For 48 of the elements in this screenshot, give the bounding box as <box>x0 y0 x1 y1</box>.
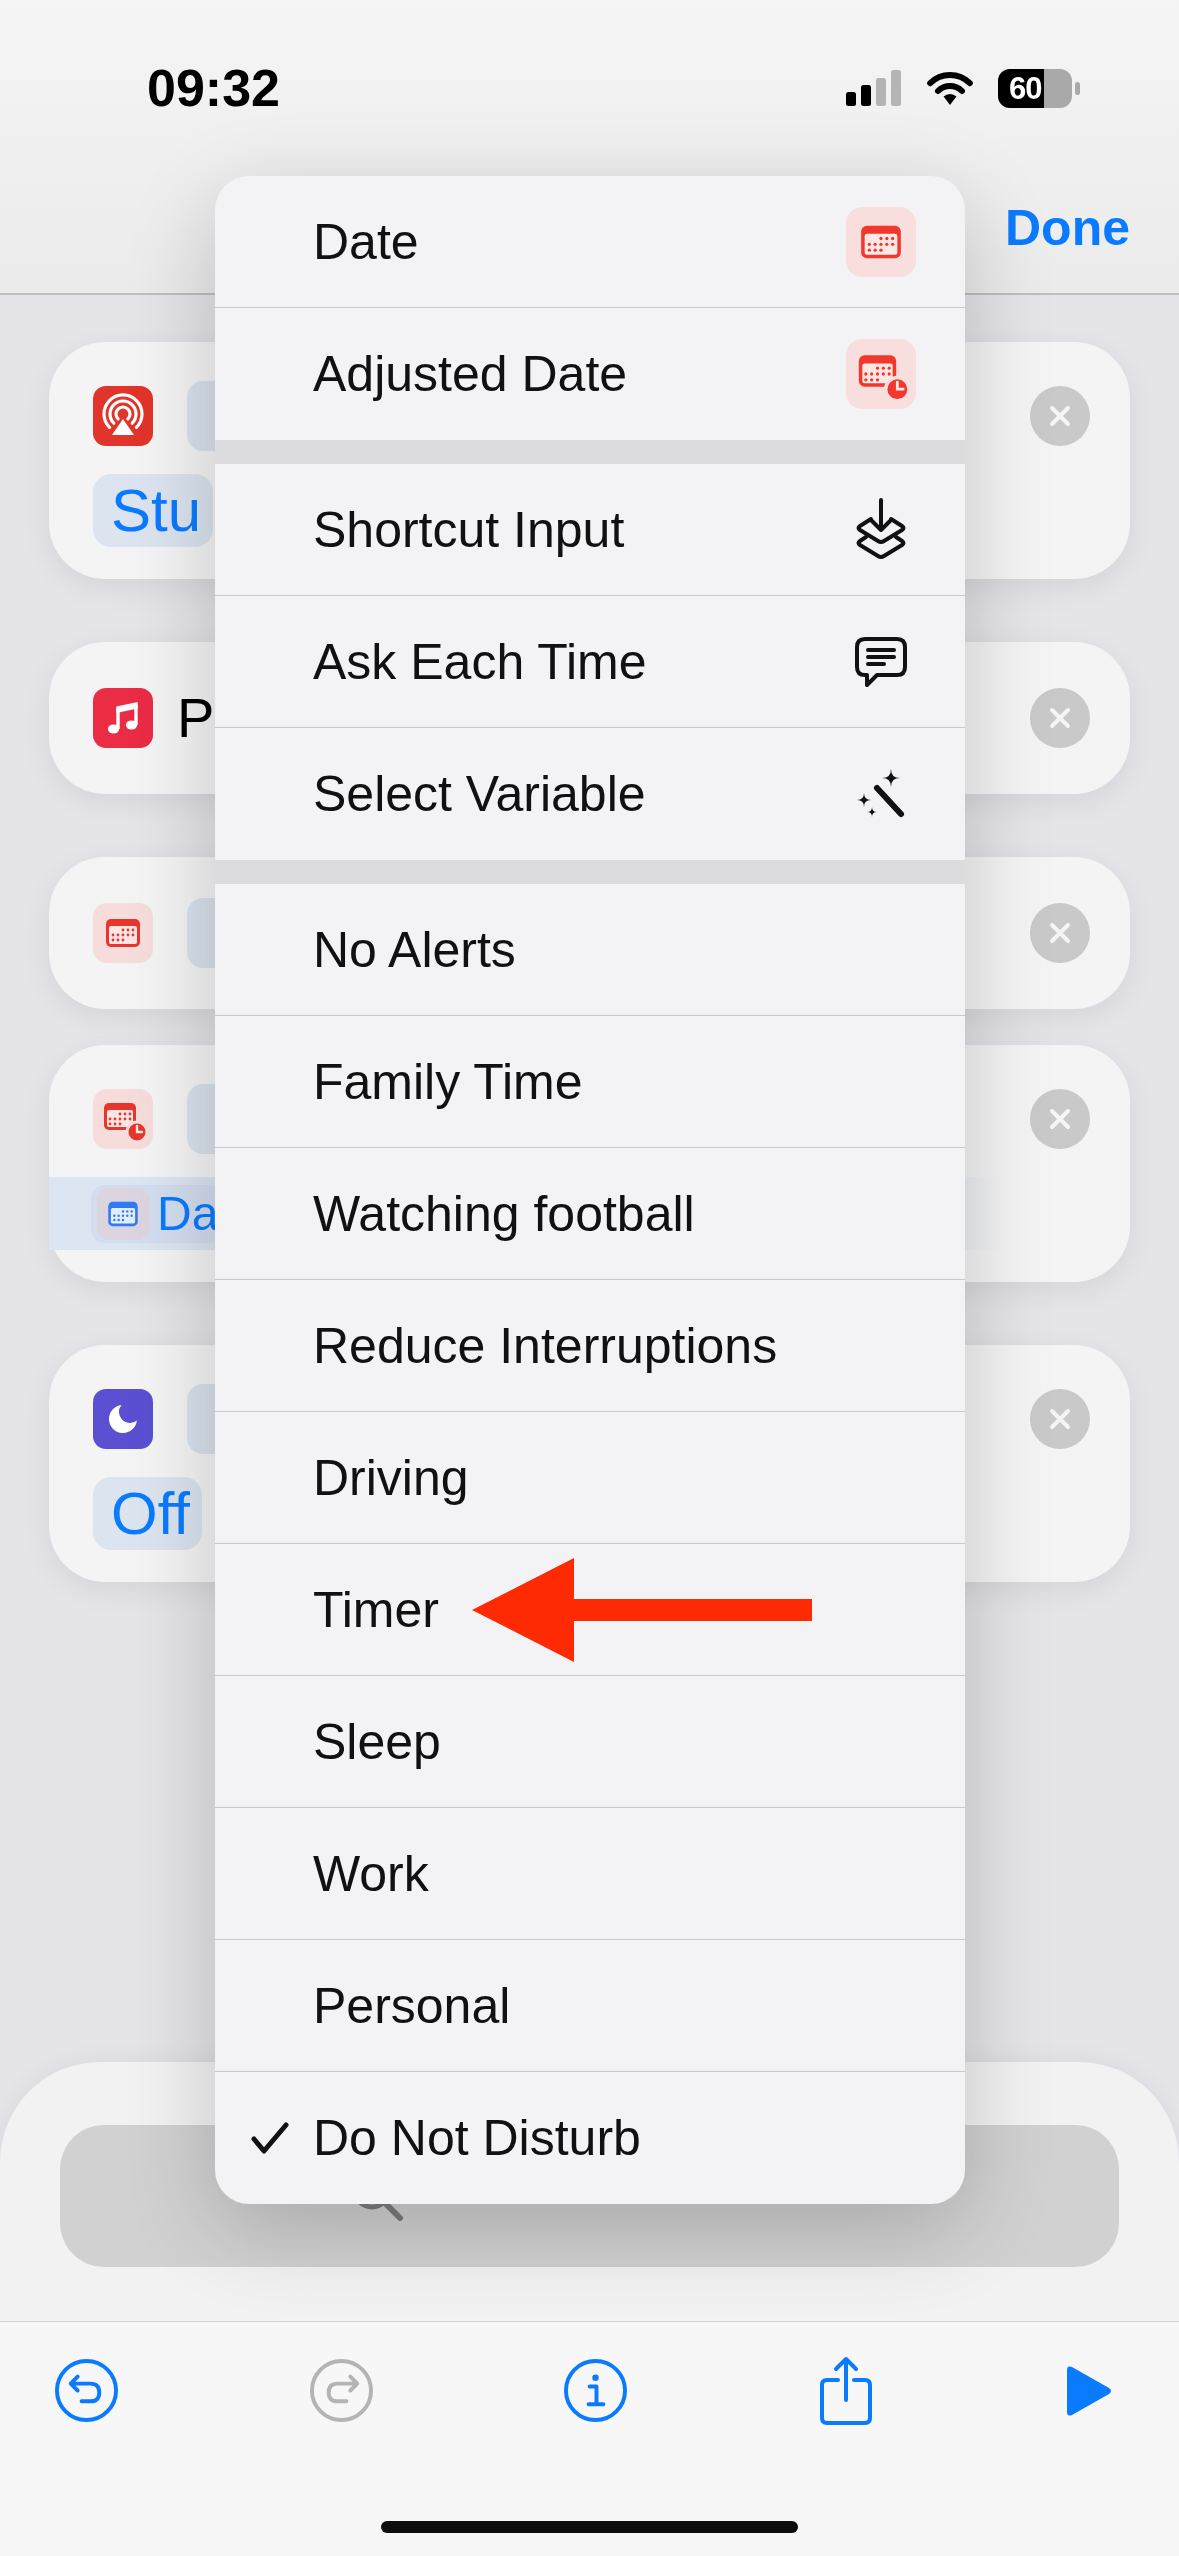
wifi-icon <box>924 69 976 107</box>
close-icon <box>1049 922 1071 944</box>
status-time: 09:32 <box>147 62 280 114</box>
undo-button[interactable] <box>54 2358 119 2423</box>
battery-icon <box>998 68 1080 108</box>
remove-button[interactable] <box>1030 1389 1090 1449</box>
moon-icon <box>93 1389 153 1449</box>
battery-percentage: 60 <box>1009 72 1042 104</box>
menu-item[interactable]: Family Time <box>215 1016 965 1148</box>
menu-item[interactable]: Work <box>215 1808 965 1940</box>
menu-item[interactable]: Reduce Interruptions <box>215 1280 965 1412</box>
cellular-signal-icon <box>846 70 902 106</box>
music-note-icon <box>93 688 153 748</box>
info-button[interactable] <box>563 2358 628 2423</box>
menu-item[interactable]: Timer <box>215 1544 965 1676</box>
remove-button[interactable] <box>1030 903 1090 963</box>
menu-item[interactable]: Driving <box>215 1412 965 1544</box>
action-title: P <box>177 690 215 746</box>
menu-item[interactable]: Shortcut Input <box>215 464 965 596</box>
speech-bubble-icon <box>853 634 909 689</box>
menu-item[interactable]: Sleep <box>215 1676 965 1808</box>
remove-button[interactable] <box>1030 1089 1090 1149</box>
checkmark-icon <box>251 2122 289 2154</box>
share-icon <box>817 2354 874 2427</box>
close-icon <box>1049 405 1071 427</box>
share-button[interactable] <box>817 2354 874 2427</box>
close-icon <box>1049 707 1071 729</box>
menu-item[interactable]: Watching football <box>215 1148 965 1280</box>
menu-item[interactable]: Date <box>215 176 965 308</box>
menu-item[interactable]: No Alerts <box>215 884 965 1016</box>
menu-item[interactable]: Do Not Disturb <box>215 2072 965 2204</box>
calendar-clock-icon <box>846 339 916 409</box>
calendar-icon <box>846 206 916 277</box>
info-icon <box>563 2358 628 2423</box>
menu-item[interactable]: Ask Each Time <box>215 596 965 728</box>
close-icon <box>1049 1108 1071 1130</box>
broadcast-icon <box>93 386 153 446</box>
undo-icon <box>54 2358 119 2423</box>
calendar-icon <box>93 903 153 963</box>
remove-button[interactable] <box>1030 386 1090 446</box>
calendar-icon <box>97 1187 149 1240</box>
remove-button[interactable] <box>1030 688 1090 748</box>
menu-item[interactable]: Personal <box>215 1940 965 2072</box>
close-icon <box>1049 1408 1071 1430</box>
calendar-clock-icon <box>93 1089 153 1149</box>
redo-icon <box>308 2358 374 2423</box>
menu-item[interactable]: Adjusted Date <box>215 308 965 440</box>
menu-item[interactable]: Select Variable <box>215 728 965 860</box>
